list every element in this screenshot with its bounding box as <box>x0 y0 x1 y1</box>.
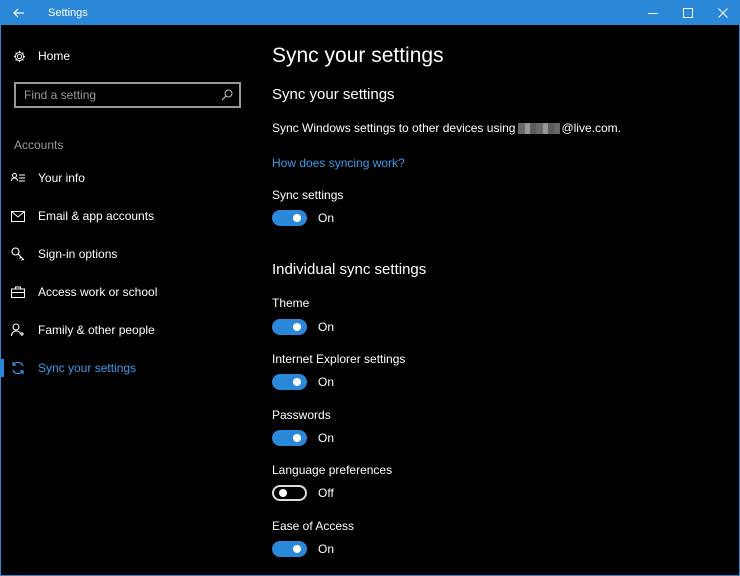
home-nav-item[interactable]: Home <box>13 49 70 63</box>
sidebar-item-label: Your info <box>38 171 85 185</box>
ie-settings-toggle-row: On <box>272 374 334 390</box>
toggle-knob <box>293 378 301 386</box>
toggle-knob <box>293 434 301 442</box>
redacted-email <box>518 122 561 134</box>
sidebar-item-family-other-people[interactable]: Family & other people <box>1 315 251 345</box>
how-syncing-works-link[interactable]: How does syncing work? <box>272 156 405 170</box>
passwords-toggle-row: On <box>272 430 334 446</box>
search-input[interactable] <box>24 88 204 102</box>
sidebar-item-your-info[interactable]: Your info <box>1 163 251 193</box>
section-title-individual: Individual sync settings <box>272 261 427 278</box>
toggle-knob <box>293 323 301 331</box>
gear-icon <box>13 50 26 62</box>
passwords-label: Passwords <box>272 408 331 422</box>
sidebar-item-label: Sync your settings <box>38 361 137 375</box>
title-bar: Settings <box>0 0 740 25</box>
main-content: Sync your settings Sync your settings Sy… <box>272 25 732 575</box>
theme-toggle[interactable] <box>272 319 307 335</box>
sidebar-item-sync-settings[interactable]: Sync your settings <box>1 353 251 383</box>
sidebar-item-label: Family & other people <box>38 323 155 337</box>
home-label: Home <box>38 49 71 63</box>
language-preferences-toggle[interactable] <box>272 485 307 501</box>
toggle-state-text: Off <box>318 486 334 500</box>
ie-settings-toggle[interactable] <box>272 374 307 390</box>
sidebar-item-access-work-school[interactable]: Access work or school <box>1 277 251 307</box>
sync-settings-label: Sync settings <box>272 188 344 202</box>
maximize-icon <box>682 7 693 18</box>
search-icon[interactable] <box>221 89 233 101</box>
toggle-knob <box>293 545 301 553</box>
briefcase-icon <box>11 286 25 298</box>
language-preferences-toggle-row: Off <box>272 485 334 501</box>
ease-of-access-label: Ease of Access <box>272 519 355 533</box>
toggle-state-text: On <box>318 375 335 389</box>
minimize-button[interactable] <box>635 0 670 25</box>
back-arrow-icon <box>13 8 24 17</box>
toggle-state-text: On <box>318 542 335 556</box>
sidebar-item-label: Email & app accounts <box>38 209 155 223</box>
sync-settings-toggle[interactable] <box>272 210 307 226</box>
sidebar-item-label: Sign-in options <box>38 247 118 261</box>
sync-description: Sync Windows settings to other devices u… <box>272 121 621 135</box>
maximize-button[interactable] <box>670 0 705 25</box>
toggle-knob <box>293 214 301 222</box>
toggle-state-text: On <box>318 320 335 334</box>
sidebar-item-email-app-accounts[interactable]: Email & app accounts <box>1 201 251 231</box>
close-button[interactable] <box>705 0 740 25</box>
page-title: Sync your settings <box>272 44 444 67</box>
section-title-sync: Sync your settings <box>272 86 395 103</box>
mail-icon <box>11 210 25 222</box>
toggle-state-text: On <box>318 211 335 225</box>
language-preferences-label: Language preferences <box>272 463 393 477</box>
ease-of-access-toggle-row: On <box>272 541 334 557</box>
search-box[interactable] <box>14 82 241 108</box>
theme-label: Theme <box>272 296 310 310</box>
theme-toggle-row: On <box>272 319 334 335</box>
description-prefix: Sync Windows settings to other devices u… <box>272 121 516 135</box>
active-indicator <box>1 359 4 377</box>
ie-settings-label: Internet Explorer settings <box>272 352 406 366</box>
window-title: Settings <box>48 6 88 19</box>
sidebar-item-label: Access work or school <box>38 285 158 299</box>
sidebar: Home Accounts Your info Email & app acco… <box>1 25 251 575</box>
window-controls <box>635 0 740 25</box>
back-button[interactable] <box>0 0 38 25</box>
passwords-toggle[interactable] <box>272 430 307 446</box>
sidebar-item-sign-in-options[interactable]: Sign-in options <box>1 239 251 269</box>
sync-settings-toggle-row: On <box>272 210 334 226</box>
key-icon <box>11 247 25 261</box>
toggle-knob <box>279 489 287 497</box>
toggle-state-text: On <box>318 431 335 445</box>
close-icon <box>717 7 728 18</box>
sync-icon <box>12 361 24 375</box>
section-label-accounts: Accounts <box>14 138 64 152</box>
ease-of-access-toggle[interactable] <box>272 541 307 557</box>
person-add-icon <box>11 323 24 337</box>
contact-card-icon <box>11 173 25 182</box>
description-suffix: @live.com. <box>561 121 621 135</box>
minimize-icon <box>647 12 658 14</box>
